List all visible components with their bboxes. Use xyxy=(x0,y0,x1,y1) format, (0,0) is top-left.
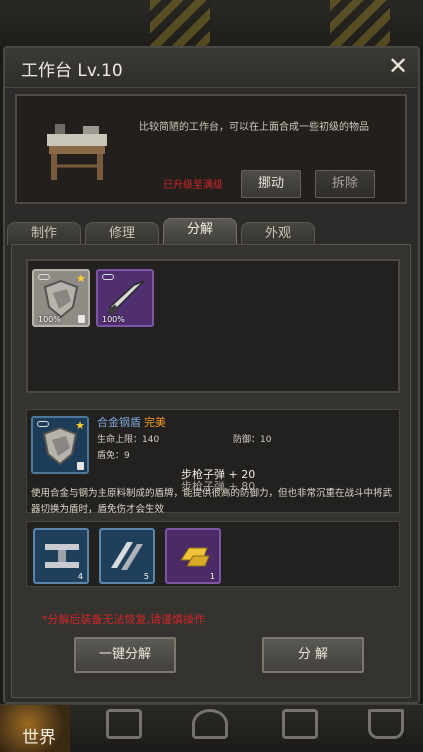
lock-icon xyxy=(77,462,84,470)
steel-beam-icon xyxy=(45,544,79,568)
item-quality: 完美 xyxy=(144,416,166,429)
item-detail: ★ 合金钢盾 完美 生命上限：140 防御：10 盾免：9 步枪子弹 + 20 步… xyxy=(26,409,400,515)
titlebar: 工作台 Lv.10 ✕ xyxy=(5,48,418,88)
tab-repair[interactable]: 修理 xyxy=(85,222,159,245)
nav-backpack[interactable] xyxy=(86,705,156,752)
move-button[interactable]: 挪动 xyxy=(241,170,301,198)
max-level-status: 已升级至满级 xyxy=(163,180,223,191)
nav-build[interactable] xyxy=(262,705,332,752)
remove-button[interactable]: 拆除 xyxy=(315,170,375,198)
building-icon xyxy=(282,709,318,739)
quick-disassemble-button[interactable]: 一键分解 xyxy=(74,637,176,673)
bottom-navbar: 世界 xyxy=(0,704,423,752)
tab-appearance[interactable]: 外观 xyxy=(241,222,315,245)
head-icon xyxy=(192,709,228,739)
nav-world[interactable]: 世界 xyxy=(0,705,70,752)
workbench-icon xyxy=(47,124,107,180)
durability-text: 100% xyxy=(38,315,61,324)
material-slot[interactable]: 4 xyxy=(33,528,89,584)
durability-text: 100% xyxy=(102,315,125,324)
gold-bar-icon xyxy=(180,547,210,567)
disassemble-content: ★ 100% 100% ★ 合金钢盾 完美 生命上限：140 防御：10 盾免：… xyxy=(11,244,411,698)
disassemble-button[interactable]: 分 解 xyxy=(262,637,364,673)
item-description: 使用合金与钢为主原料制成的盾牌，能提供很高的防御力，但也非常沉重在战斗中将武器切… xyxy=(31,488,393,515)
nav-shop[interactable] xyxy=(348,705,418,752)
workbench-info: 比较简陋的工作台，可以在上面合成一些初级的物品 已升级至满级 挪动 拆除 xyxy=(15,94,407,204)
materials-list: 4 5 1 xyxy=(26,521,400,587)
inventory-grid: ★ 100% 100% xyxy=(26,259,400,393)
hazard-stripe xyxy=(150,0,210,46)
tab-bar: 制作 修理 分解 外观 xyxy=(7,218,413,246)
inventory-slot[interactable]: 100% xyxy=(96,269,154,327)
backpack-icon xyxy=(106,709,142,739)
knife-icon xyxy=(107,280,145,316)
material-count: 4 xyxy=(77,572,83,581)
stat-block: 盾免：9 xyxy=(97,451,130,461)
window-title: 工作台 Lv.10 xyxy=(21,61,123,81)
lock-icon xyxy=(78,315,85,323)
stat-defense: 防御：10 xyxy=(233,435,272,445)
close-icon: ✕ xyxy=(387,52,409,80)
nav-character[interactable] xyxy=(172,705,242,752)
hazard-stripe xyxy=(330,0,390,46)
material-slot[interactable]: 1 xyxy=(165,528,221,584)
workbench-description: 比较简陋的工作台，可以在上面合成一些初级的物品 xyxy=(139,122,369,133)
disassemble-warning: *分解后装备无法恢复,请谨慎操作 xyxy=(42,613,205,626)
tab-disassemble[interactable]: 分解 xyxy=(163,218,237,246)
item-name-text: 合金钢盾 xyxy=(97,416,141,429)
material-count: 1 xyxy=(209,572,215,581)
cart-icon xyxy=(368,709,404,739)
material-count: 5 xyxy=(143,572,149,581)
material-slot[interactable]: 5 xyxy=(99,528,155,584)
close-button[interactable]: ✕ xyxy=(384,53,412,81)
alloy-shield-icon xyxy=(43,279,79,319)
nav-world-label: 世界 xyxy=(22,728,56,748)
tab-craft[interactable]: 制作 xyxy=(7,222,81,245)
stat-hp: 生命上限：140 xyxy=(97,435,160,445)
steel-plate-icon xyxy=(111,542,143,570)
item-name: 合金钢盾 完美 xyxy=(97,414,166,430)
selected-item-slot: ★ xyxy=(31,416,89,474)
inventory-slot[interactable]: ★ 100% xyxy=(32,269,90,327)
workbench-panel: 工作台 Lv.10 ✕ 比较简陋的工作台，可以在上面合成一些初级的物品 已升级至… xyxy=(3,46,420,704)
alloy-shield-icon xyxy=(42,426,78,466)
